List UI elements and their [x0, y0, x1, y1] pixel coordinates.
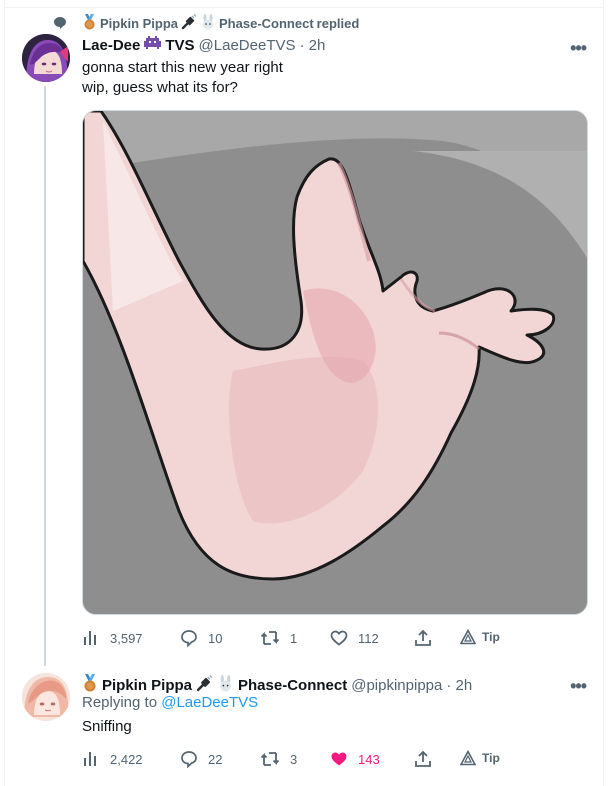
display-name[interactable]: Pipkin Pippa: [102, 677, 192, 694]
replying-to: Replying to @LaeDeeTVS: [82, 694, 258, 711]
tip-button[interactable]: Tip: [460, 629, 500, 645]
artwork-image: [83, 111, 587, 614]
like-button[interactable]: 112: [330, 629, 379, 647]
views-button[interactable]: 2,422: [82, 750, 143, 768]
display-name-suffix[interactable]: TVS: [165, 37, 194, 54]
avatar[interactable]: [22, 34, 70, 82]
views-button[interactable]: 3,597: [82, 629, 143, 647]
share-button[interactable]: [414, 629, 432, 647]
medal-icon: [82, 13, 97, 33]
retweet-count: 1: [290, 630, 298, 646]
retweet-icon: [260, 631, 280, 645]
rabbit-icon: [200, 13, 216, 33]
avatar[interactable]: [22, 673, 70, 721]
tip-label: Tip: [482, 751, 500, 765]
rabbit-icon: [217, 674, 234, 696]
tweet-text-line: gonna start this new year right: [82, 59, 283, 76]
user-handle[interactable]: @pipkinpippa: [351, 677, 442, 694]
plug-icon: [181, 13, 197, 33]
heart-filled-icon: [331, 752, 347, 766]
views-count: 2,422: [110, 751, 143, 767]
more-options-icon[interactable]: •••: [570, 676, 587, 697]
like-count: 143: [358, 751, 380, 767]
tweet-actions: 2,422 22 3 143 Tip: [82, 750, 562, 770]
retweet-button[interactable]: 1: [260, 629, 297, 647]
thread-connector: [44, 86, 46, 666]
timestamp[interactable]: · 2h: [300, 37, 326, 54]
analytics-icon: [84, 752, 96, 766]
reply-icon: [181, 630, 197, 647]
tweet-text: gonna start this new year right wip, gue…: [82, 58, 283, 98]
divider: [4, 7, 604, 8]
user-handle[interactable]: @LaeDeeTVS: [199, 37, 296, 54]
tip-icon: [460, 750, 476, 766]
analytics-icon: [84, 631, 96, 645]
tweet-actions: 3,597 10 1 112 Tip: [82, 629, 562, 649]
speech-bubble-icon: [54, 17, 66, 29]
display-name[interactable]: Lae-Dee: [82, 37, 140, 54]
reply-icon: [181, 751, 197, 768]
reply-button[interactable]: 22: [180, 750, 222, 768]
heart-icon: [330, 630, 348, 646]
retweet-icon: [260, 752, 280, 766]
medal-icon: [82, 674, 98, 696]
timestamp[interactable]: · 2h: [446, 677, 472, 694]
replying-to-mention[interactable]: @LaeDeeTVS: [161, 694, 258, 711]
tip-icon: [460, 629, 476, 645]
reply-button[interactable]: 10: [180, 629, 222, 647]
tweet-text-line: wip, guess what its for?: [82, 79, 238, 96]
reply-count: 10: [208, 630, 223, 646]
tweet-header: Lae-Dee TVS @LaeDeeTVS · 2h: [82, 36, 325, 55]
tip-button[interactable]: Tip: [460, 750, 500, 766]
avatar-image: [22, 673, 70, 721]
tweet-header: Pipkin Pippa Phase-Connect @pipkinpippa …: [82, 674, 472, 696]
social-context-action: replied: [316, 15, 360, 31]
plug-icon: [196, 674, 213, 696]
tweet-text: Sniffing: [82, 718, 132, 735]
more-options-icon[interactable]: •••: [570, 38, 587, 59]
share-icon: [415, 629, 431, 646]
views-count: 3,597: [110, 630, 143, 646]
like-button[interactable]: 143: [330, 750, 380, 768]
social-context-affiliation[interactable]: Phase-Connect: [219, 16, 314, 31]
retweet-button[interactable]: 3: [260, 750, 297, 768]
social-context-name[interactable]: Pipkin Pippa: [100, 16, 178, 31]
share-button[interactable]: [414, 750, 432, 768]
tip-label: Tip: [482, 630, 500, 644]
replying-to-label: Replying to: [82, 694, 158, 711]
display-name-suffix[interactable]: Phase-Connect: [238, 677, 347, 694]
reply-count: 22: [208, 751, 223, 767]
retweet-count: 3: [290, 751, 298, 767]
share-icon: [415, 750, 431, 767]
tweet-media-image[interactable]: [82, 110, 588, 615]
like-count: 112: [358, 630, 379, 646]
avatar-image: [22, 34, 70, 82]
space-invader-icon: [144, 36, 162, 55]
